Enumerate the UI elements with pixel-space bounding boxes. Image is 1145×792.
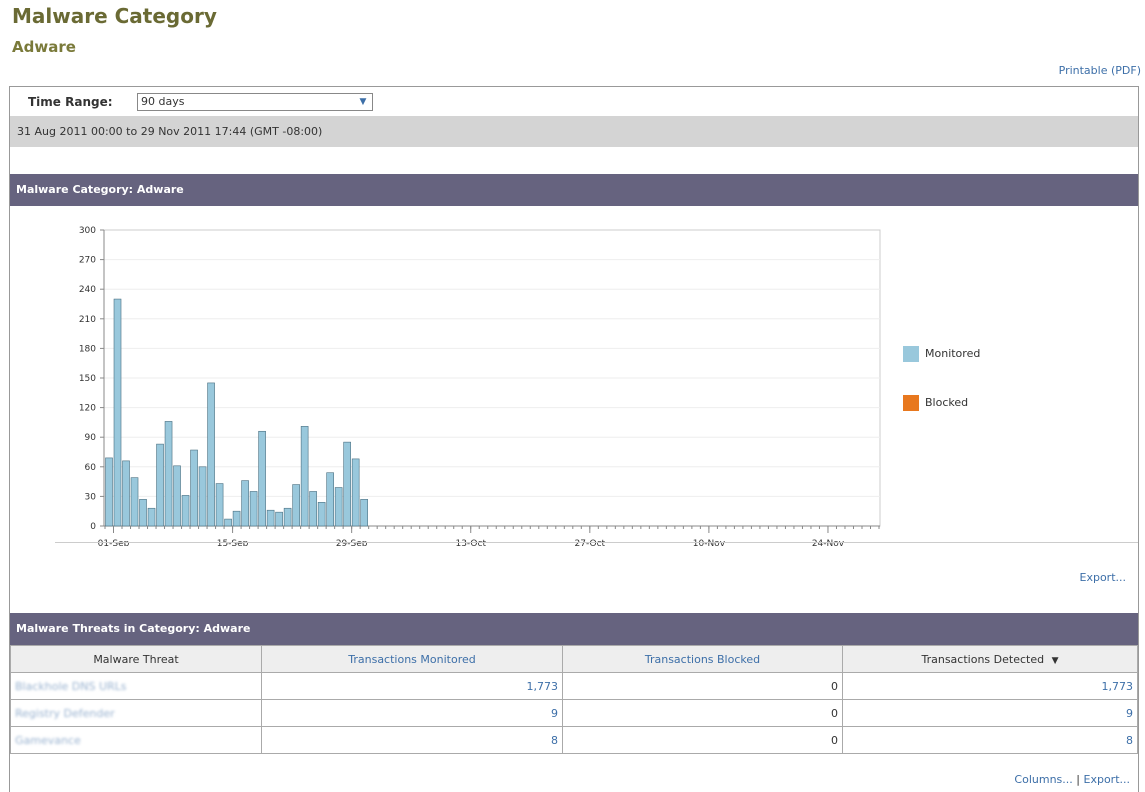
bar-monitored xyxy=(130,477,139,527)
y-tick-label: 150 xyxy=(79,374,96,384)
bar-monitored xyxy=(156,443,164,527)
y-tick-label: 30 xyxy=(85,492,97,502)
threat-name-link[interactable]: Gamevance xyxy=(10,726,262,754)
bar-monitored xyxy=(360,499,368,527)
time-range-select[interactable]: 90 days ▼ xyxy=(137,93,373,111)
legend-label-monitored: Monitored xyxy=(925,347,981,360)
chart-divider xyxy=(55,542,1138,543)
legend-label-blocked: Blocked xyxy=(925,396,969,409)
y-tick-label: 60 xyxy=(85,463,97,473)
bar-monitored xyxy=(198,466,207,527)
legend-item-monitored: Monitored xyxy=(903,346,980,362)
threats-table: Malware Threat Transactions Monitored Tr… xyxy=(10,645,1138,754)
y-tick-label: 180 xyxy=(79,344,96,354)
y-tick-label: 0 xyxy=(90,522,96,532)
bar-monitored xyxy=(266,509,275,527)
bar-monitored xyxy=(351,458,360,527)
bar-monitored xyxy=(207,382,215,527)
adware-bar-chart: 030609012015018021024027030001-Sep15-Sep… xyxy=(79,226,881,546)
bar-monitored xyxy=(215,483,224,527)
bar-monitored xyxy=(275,511,283,527)
chart-area: 030609012015018021024027030001-Sep15-Sep… xyxy=(10,206,1138,613)
bar-monitored xyxy=(241,480,249,527)
bar-monitored xyxy=(249,491,258,527)
column-header-transactions-monitored[interactable]: Transactions Monitored xyxy=(261,645,563,673)
bar-monitored xyxy=(326,472,334,527)
legend-swatch-monitored xyxy=(903,346,919,362)
bar-monitored xyxy=(309,491,317,527)
page-subtitle: Adware xyxy=(12,38,76,56)
bar-monitored xyxy=(173,465,181,527)
bar-monitored xyxy=(147,507,156,527)
chart-export-link[interactable]: Export... xyxy=(1080,571,1127,584)
y-tick-label: 240 xyxy=(79,285,96,295)
bar-monitored xyxy=(258,430,266,527)
footer-separator: | xyxy=(1076,773,1080,786)
legend-swatch-blocked xyxy=(903,395,919,411)
detected-count-link[interactable]: 1,773 xyxy=(842,672,1138,700)
bar-monitored xyxy=(343,441,351,527)
y-tick-label: 270 xyxy=(79,256,96,266)
bar-monitored xyxy=(292,484,300,527)
bar-monitored xyxy=(139,499,147,527)
column-header-transactions-detected-label: Transactions Detected xyxy=(921,652,1045,666)
y-tick-label: 210 xyxy=(79,315,96,325)
date-range-bar: 31 Aug 2011 00:00 to 29 Nov 2011 17:44 (… xyxy=(10,116,1138,147)
detected-count-link[interactable]: 8 xyxy=(842,726,1138,754)
bar-monitored xyxy=(317,502,326,527)
chart-section-header: Malware Category: Adware xyxy=(10,174,1138,206)
table-footer: Columns... | Export... xyxy=(10,756,1138,792)
monitored-count-link[interactable]: 8 xyxy=(261,726,563,754)
monitored-count-link[interactable]: 1,773 xyxy=(261,672,563,700)
bar-monitored xyxy=(105,457,113,527)
table-header-row: Malware Threat Transactions Monitored Tr… xyxy=(10,645,1138,673)
column-header-malware-threat[interactable]: Malware Threat xyxy=(10,645,262,673)
bar-monitored xyxy=(232,510,241,527)
bar-monitored xyxy=(122,460,130,527)
column-header-transactions-detected[interactable]: Transactions Detected ▼ xyxy=(842,645,1138,673)
time-range-value: 90 days xyxy=(141,95,185,108)
sort-descending-icon: ▼ xyxy=(1051,655,1059,666)
columns-link[interactable]: Columns... xyxy=(1014,773,1072,786)
blocked-count: 0 xyxy=(562,672,843,700)
time-range-label: Time Range: xyxy=(28,95,113,109)
y-tick-label: 90 xyxy=(85,433,97,443)
blocked-count: 0 xyxy=(562,699,843,727)
bar-monitored xyxy=(224,518,232,527)
blocked-count: 0 xyxy=(562,726,843,754)
table-export-link[interactable]: Export... xyxy=(1084,773,1131,786)
printable-pdf-link[interactable]: Printable (PDF) xyxy=(1059,64,1141,77)
threats-section-header: Malware Threats in Category: Adware xyxy=(10,613,1138,645)
bar-monitored xyxy=(300,426,309,527)
bar-monitored xyxy=(190,449,198,527)
y-tick-label: 120 xyxy=(79,404,96,414)
threat-name-link[interactable]: Blackhole DNS URLs xyxy=(10,672,262,700)
monitored-count-link[interactable]: 9 xyxy=(261,699,563,727)
bar-monitored xyxy=(164,421,173,527)
table-row: Gamevance 8 0 8 xyxy=(10,726,1138,754)
detected-count-link[interactable]: 9 xyxy=(842,699,1138,727)
threat-name-link[interactable]: Registry Defender xyxy=(10,699,262,727)
y-tick-label: 300 xyxy=(79,226,96,236)
legend-item-blocked: Blocked xyxy=(903,395,968,411)
bar-monitored xyxy=(181,495,190,527)
bar-monitored xyxy=(334,487,343,527)
date-range-text: 31 Aug 2011 00:00 to 29 Nov 2011 17:44 (… xyxy=(17,125,323,138)
table-row: Blackhole DNS URLs 1,773 0 1,773 xyxy=(10,672,1138,700)
bar-monitored xyxy=(113,298,122,527)
bar-monitored xyxy=(283,507,292,527)
page-title: Malware Category xyxy=(12,4,217,28)
report-frame: Time Range: 90 days ▼ 31 Aug 2011 00:00 … xyxy=(9,86,1139,792)
table-footer-links: Columns... | Export... xyxy=(1014,773,1130,786)
table-row: Registry Defender 9 0 9 xyxy=(10,699,1138,727)
chevron-down-icon[interactable]: ▼ xyxy=(357,96,369,108)
time-range-row: Time Range: 90 days ▼ xyxy=(10,87,1138,116)
column-header-transactions-blocked[interactable]: Transactions Blocked xyxy=(562,645,843,673)
